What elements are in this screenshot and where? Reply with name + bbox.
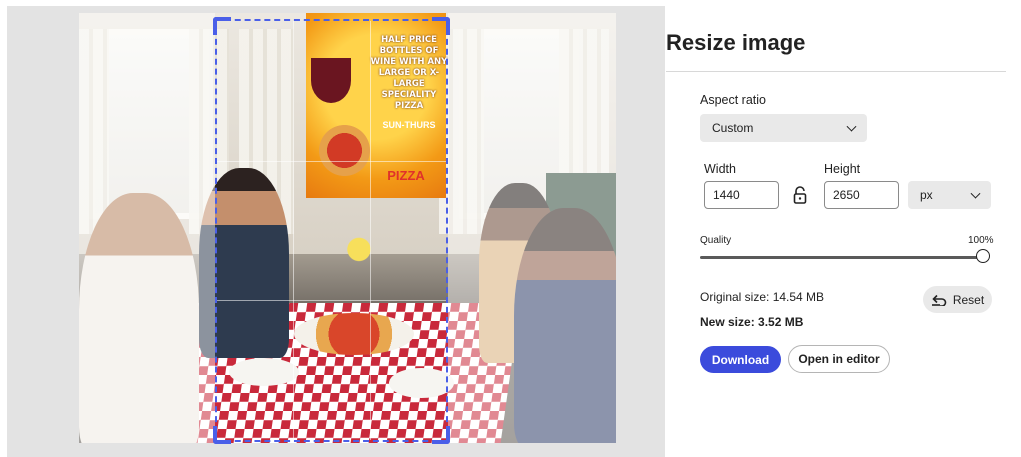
crop-shade-right — [448, 13, 616, 443]
crop-handle-bottom-right[interactable] — [432, 426, 450, 444]
quality-slider-track[interactable] — [700, 256, 983, 259]
crop-shade-left — [79, 13, 215, 443]
crop-grid-line — [217, 300, 446, 302]
unit-value: px — [920, 188, 933, 202]
panel-title: Resize image — [666, 30, 806, 55]
aspect-ratio-value: Custom — [712, 121, 754, 135]
new-size: New size: 3.52 MB — [700, 315, 804, 329]
aspect-ratio-select[interactable]: Custom — [700, 114, 867, 142]
unlock-icon[interactable] — [793, 186, 807, 204]
reset-button[interactable]: Reset — [923, 286, 992, 313]
reset-label: Reset — [952, 292, 985, 307]
unit-select[interactable]: px — [908, 181, 991, 209]
width-input[interactable] — [704, 181, 779, 209]
aspect-ratio-label: Aspect ratio — [700, 93, 767, 107]
crop-handle-top-left[interactable] — [213, 17, 231, 35]
original-size: Original size: 14.54 MB — [700, 290, 825, 304]
height-input[interactable] — [824, 181, 899, 209]
quality-value: 100% — [968, 235, 994, 246]
open-in-editor-button[interactable]: Open in editor — [788, 345, 890, 373]
height-label: Height — [824, 162, 861, 176]
crop-handle-top-right[interactable] — [432, 17, 450, 35]
image-canvas: HALF PRICE BOTTLES OF WINE WITH ANY LARG… — [7, 6, 665, 457]
chevron-down-icon — [970, 188, 981, 199]
crop-box[interactable] — [213, 17, 450, 444]
undo-icon — [931, 294, 947, 306]
crop-grid-line — [217, 160, 446, 162]
crop-handle-bottom-left[interactable] — [213, 426, 231, 444]
quality-slider-thumb[interactable] — [976, 249, 990, 263]
chevron-down-icon — [846, 121, 857, 132]
quality-label: Quality — [700, 235, 732, 246]
panel-divider — [666, 71, 1006, 72]
download-button[interactable]: Download — [700, 346, 781, 373]
crop-grid-line — [293, 21, 295, 440]
crop-grid-line — [369, 21, 371, 440]
width-label: Width — [704, 162, 736, 176]
